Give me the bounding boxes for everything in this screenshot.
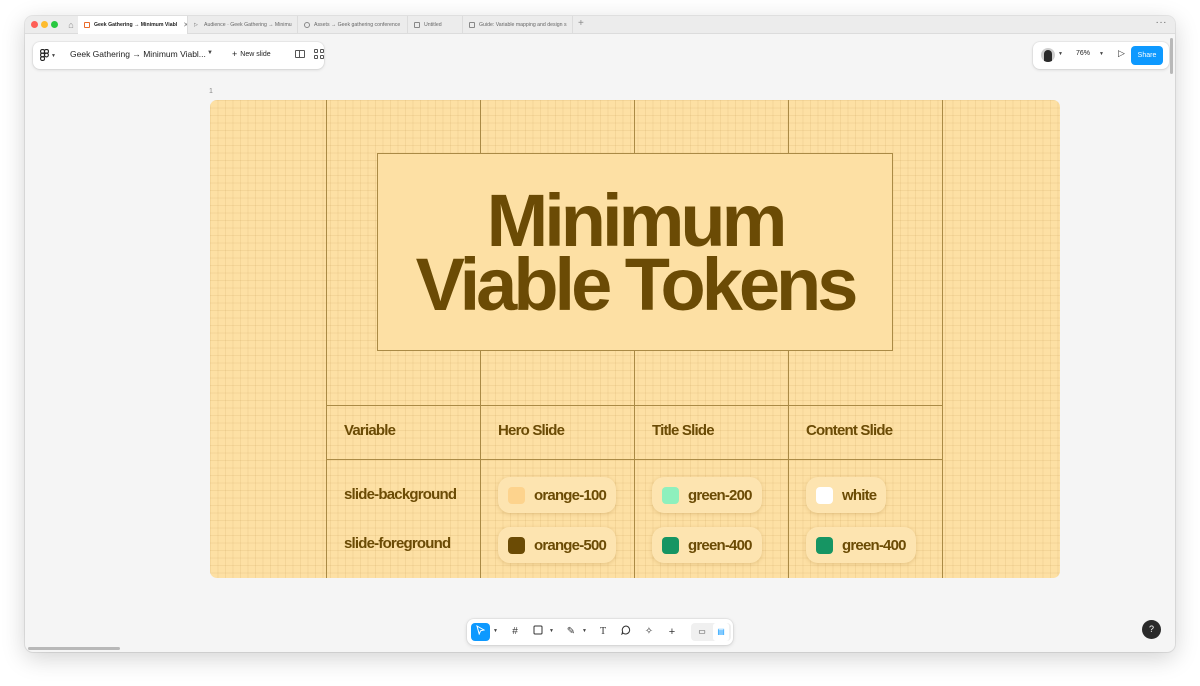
pen-tool-icon[interactable]: ✎ xyxy=(563,623,579,641)
token-label: green-200 xyxy=(688,486,752,504)
close-window-button[interactable] xyxy=(31,21,38,28)
add-tool-icon[interactable]: + xyxy=(664,623,680,641)
frame-tool-icon[interactable]: # xyxy=(507,623,523,641)
tab-guide[interactable]: Guide: Variable mapping and design s xyxy=(463,16,573,34)
single-view-icon[interactable] xyxy=(295,50,305,58)
chevron-down-icon[interactable]: ▼ xyxy=(1058,51,1063,57)
design-file-icon xyxy=(304,22,310,28)
tab-label: Assets → Geek gathering conference xyxy=(314,22,401,28)
new-tab-icon[interactable]: + xyxy=(578,18,584,29)
tab-untitled[interactable]: Untitled xyxy=(408,16,463,34)
chevron-down-icon[interactable]: ▼ xyxy=(207,50,213,56)
table-divider xyxy=(326,459,943,460)
color-swatch xyxy=(508,486,525,504)
column-header-variable: Variable xyxy=(344,422,396,439)
figma-logo-icon xyxy=(40,48,49,63)
tab-label: Guide: Variable mapping and design s xyxy=(479,22,567,28)
slides-file-icon xyxy=(84,22,90,28)
color-swatch xyxy=(816,536,833,554)
chevron-down-icon[interactable]: ▼ xyxy=(582,628,587,634)
more-options-icon[interactable]: ··· xyxy=(1156,17,1168,28)
token-pill[interactable]: green-200 xyxy=(652,477,762,513)
slide-title-line-2: Viable Tokens xyxy=(415,243,859,326)
grid-view-icon[interactable] xyxy=(314,49,324,59)
token-pill[interactable]: green-400 xyxy=(652,527,762,563)
tab-bar: ⌂ Geek Gathering → Minimum Viabl ✕ ▷ Aud… xyxy=(25,16,1175,34)
tab-audience[interactable]: ▷ Audience · Geek Gathering → Minimu xyxy=(188,16,298,34)
tab-assets[interactable]: Assets → Geek gathering conference xyxy=(298,16,408,34)
token-label: orange-100 xyxy=(534,486,607,504)
zoom-level[interactable]: 76% xyxy=(1076,50,1090,57)
row-label-slide-foreground: slide-foreground xyxy=(344,535,451,552)
grid-divider xyxy=(326,100,327,578)
chevron-down-icon[interactable]: ▼ xyxy=(549,628,554,634)
horizontal-scrollbar[interactable] xyxy=(28,647,120,650)
tab-label: Audience · Geek Gathering → Minimu xyxy=(204,22,292,28)
file-toolbar: ▼ Geek Gathering → Minimum Viabl... ▼ + N… xyxy=(33,42,324,69)
grid-divider xyxy=(942,100,943,578)
color-swatch xyxy=(508,536,525,554)
token-pill[interactable]: white xyxy=(806,477,887,513)
vertical-scrollbar[interactable] xyxy=(1170,38,1173,74)
new-slide-label: New slide xyxy=(240,51,271,58)
color-swatch xyxy=(662,486,679,504)
tab-geek-gathering[interactable]: Geek Gathering → Minimum Viabl ✕ xyxy=(78,16,188,34)
chevron-down-icon[interactable]: ▼ xyxy=(1099,51,1104,57)
token-label: white xyxy=(842,486,877,504)
color-swatch xyxy=(816,486,833,504)
move-tool-icon[interactable] xyxy=(471,623,490,641)
row-label-slide-background: slide-background xyxy=(344,486,457,503)
avatar[interactable] xyxy=(1041,48,1055,62)
play-file-icon: ▷ xyxy=(194,22,198,28)
draw-mode-icon[interactable]: ▭ xyxy=(695,623,709,641)
whiteboard-file-icon xyxy=(414,22,420,28)
slide-canvas[interactable]: Minimum Viable Tokens Variable Hero Slid… xyxy=(210,100,1060,578)
token-pill[interactable]: green-400 xyxy=(806,527,916,563)
present-icon[interactable]: ▷ xyxy=(1118,48,1125,59)
file-title[interactable]: Geek Gathering → Minimum Viabl... xyxy=(70,49,206,59)
whiteboard-file-icon xyxy=(469,22,475,28)
plus-icon: + xyxy=(232,49,238,59)
share-toolbar: ▼ 76% ▼ ▷ Share xyxy=(1033,42,1169,69)
token-label: green-400 xyxy=(688,536,752,554)
shape-tool-icon[interactable] xyxy=(530,623,546,641)
token-pill[interactable]: orange-100 xyxy=(498,477,617,513)
tab-label: Untitled xyxy=(424,22,442,28)
column-header-content-slide: Content Slide xyxy=(806,422,893,439)
actions-tool-icon[interactable]: ✧ xyxy=(641,623,657,641)
color-swatch xyxy=(662,536,679,554)
chevron-down-icon: ▼ xyxy=(51,52,56,59)
help-button[interactable]: ? xyxy=(1142,620,1161,639)
token-label: green-400 xyxy=(842,536,906,554)
new-slide-button[interactable]: + New slide xyxy=(232,49,271,59)
tool-palette: ▼ # ▼ ✎ ▼ T ✧ + ▭ ▤ xyxy=(467,619,733,645)
column-header-hero-slide: Hero Slide xyxy=(498,422,565,439)
app-window: ⌂ Geek Gathering → Minimum Viabl ✕ ▷ Aud… xyxy=(25,16,1175,652)
column-header-title-slide: Title Slide xyxy=(652,422,715,439)
main-menu-button[interactable]: ▼ xyxy=(40,48,60,63)
tab-label: Geek Gathering → Minimum Viabl xyxy=(94,22,178,28)
share-button[interactable]: Share xyxy=(1131,46,1163,65)
chevron-down-icon[interactable]: ▼ xyxy=(493,628,498,634)
token-label: orange-500 xyxy=(534,536,607,554)
zoom-window-button[interactable] xyxy=(51,21,58,28)
comment-tool-icon[interactable] xyxy=(618,623,634,641)
home-icon[interactable]: ⌂ xyxy=(65,19,77,31)
slides-mode-icon[interactable]: ▤ xyxy=(713,623,729,641)
table-divider xyxy=(326,405,943,406)
slide-number: 1 xyxy=(209,88,213,95)
minimize-window-button[interactable] xyxy=(41,21,48,28)
text-tool-icon[interactable]: T xyxy=(595,623,611,641)
token-pill[interactable]: orange-500 xyxy=(498,527,617,563)
